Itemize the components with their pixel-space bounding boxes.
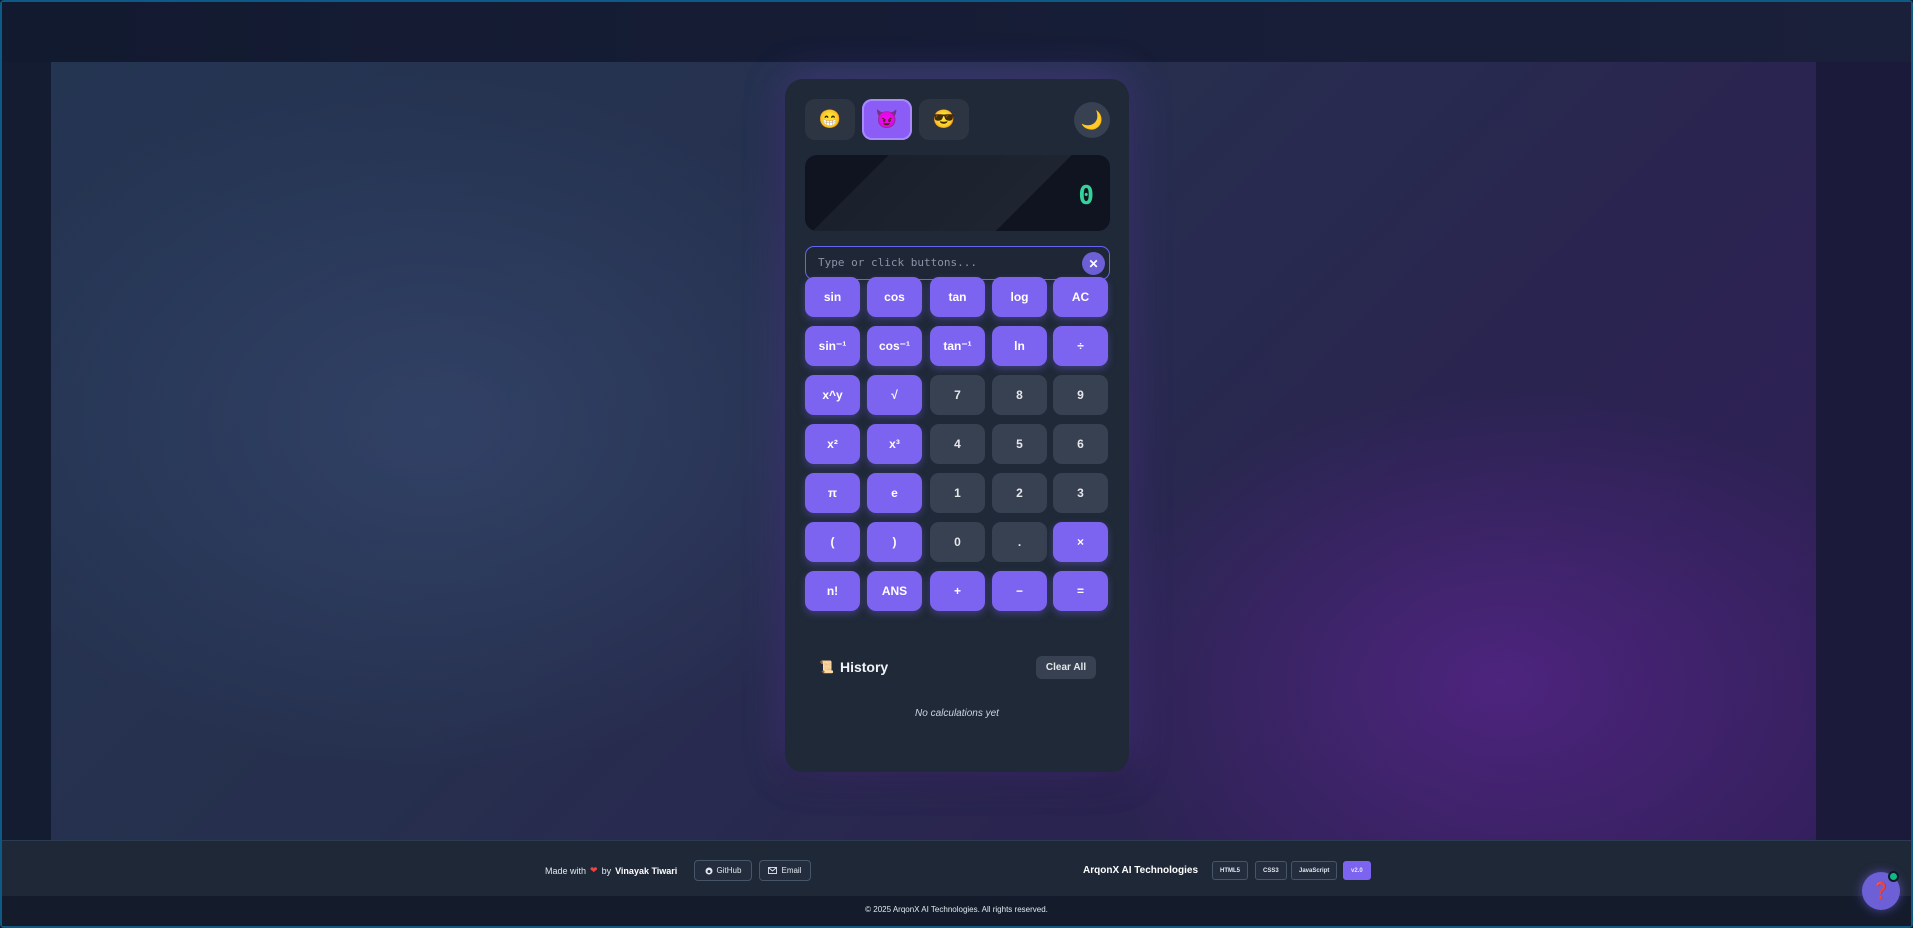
history-title: History	[839, 659, 889, 675]
tech-badge-css: CSS3	[1255, 861, 1287, 880]
key-6[interactable]: 6	[1053, 424, 1108, 464]
right-margin	[1816, 62, 1911, 840]
history-heading: 📜 History	[819, 659, 888, 675]
close-icon: ✕	[1088, 256, 1099, 271]
left-margin	[2, 62, 51, 840]
github-link[interactable]: GitHub	[694, 860, 752, 881]
by-text: by	[601, 865, 612, 876]
history-empty-message: No calculations yet	[915, 708, 999, 719]
github-icon	[705, 867, 713, 874]
heart-icon: ❤	[590, 865, 598, 875]
key-cos-inv[interactable]: cos⁻¹	[867, 326, 922, 366]
key-plus[interactable]: +	[930, 571, 985, 611]
key-8[interactable]: 8	[992, 375, 1047, 415]
key-9[interactable]: 9	[1053, 375, 1108, 415]
key-ln[interactable]: ln	[992, 326, 1047, 366]
key-4[interactable]: 4	[930, 424, 985, 464]
scroll-icon: 📜	[819, 660, 834, 674]
key-multiply[interactable]: ×	[1053, 522, 1108, 562]
brand-name: ArqonX AI Technologies	[1083, 865, 1199, 876]
key-sin[interactable]: sin	[805, 277, 860, 317]
email-label: Email	[781, 866, 802, 875]
footer: Made with ❤ by Vinayak Tiwari GitHub Ema…	[2, 840, 1911, 896]
key-n-factorial[interactable]: n!	[805, 571, 860, 611]
result-display: 0	[805, 155, 1110, 231]
moon-icon: 🌙	[1080, 109, 1104, 130]
mail-icon	[768, 867, 778, 874]
key-0[interactable]: 0	[930, 522, 985, 562]
email-link[interactable]: Email	[759, 860, 811, 881]
key-minus[interactable]: −	[992, 571, 1047, 611]
key-x-cube[interactable]: x³	[867, 424, 922, 464]
expression-input-wrapper: ✕	[805, 246, 1110, 280]
grinning-face-icon: 😁	[818, 109, 842, 129]
tech-badge-html: HTML5	[1212, 861, 1248, 880]
question-icon: ❓	[1871, 883, 1891, 900]
key-tan[interactable]: tan	[930, 277, 985, 317]
key-divide[interactable]: ÷	[1053, 326, 1108, 366]
author-name: Vinayak Tiwari	[615, 865, 678, 876]
top-band	[2, 2, 1911, 62]
copyright-text: © 2025 ArqonX AI Technologies. All right…	[865, 905, 1048, 914]
key-equals[interactable]: =	[1053, 571, 1108, 611]
made-with-text: Made with	[545, 865, 587, 876]
key-dot[interactable]: .	[992, 522, 1047, 562]
key-cos[interactable]: cos	[867, 277, 922, 317]
key-2[interactable]: 2	[992, 473, 1047, 513]
key-5[interactable]: 5	[992, 424, 1047, 464]
key-x-powy[interactable]: x^y	[805, 375, 860, 415]
key-7[interactable]: 7	[930, 375, 985, 415]
key-open-paren[interactable]: (	[805, 522, 860, 562]
key-1[interactable]: 1	[930, 473, 985, 513]
key-log[interactable]: log	[992, 277, 1047, 317]
key-close-paren[interactable]: )	[867, 522, 922, 562]
key-pi[interactable]: π	[805, 473, 860, 513]
tech-badge-js: JavaScript	[1291, 861, 1338, 880]
online-status-dot	[1888, 871, 1899, 882]
display-value: 0	[1078, 181, 1094, 211]
dark-mode-toggle[interactable]: 🌙	[1074, 102, 1110, 138]
key-sin-inv[interactable]: sin⁻¹	[805, 326, 860, 366]
key-sqrt[interactable]: √	[867, 375, 922, 415]
made-with-credit: Made with ❤ by Vinayak Tiwari	[545, 865, 677, 876]
clear-history-button[interactable]: Clear All	[1036, 656, 1096, 679]
calculator-card: 😁 😈 😎 🌙 0 ✕ sincostanlogAC sin⁻¹cos⁻¹tan⁻…	[785, 79, 1129, 772]
cool-face-icon: 😎	[932, 109, 956, 129]
theme-button-grinning[interactable]: 😁	[805, 99, 855, 140]
key-3[interactable]: 3	[1053, 473, 1108, 513]
key-e[interactable]: e	[867, 473, 922, 513]
smiling-devil-icon: 😈	[875, 109, 899, 129]
key-ans[interactable]: ANS	[867, 571, 922, 611]
version-badge: v2.0	[1343, 861, 1371, 880]
copyright-bar: © 2025 ArqonX AI Technologies. All right…	[2, 896, 1911, 926]
theme-button-cool[interactable]: 😎	[919, 99, 969, 140]
key-x-sq[interactable]: x²	[805, 424, 860, 464]
key-ac[interactable]: AC	[1053, 277, 1108, 317]
expression-input[interactable]	[806, 247, 1066, 277]
key-tan-inv[interactable]: tan⁻¹	[930, 326, 985, 366]
clear-input-button[interactable]: ✕	[1082, 252, 1105, 275]
github-label: GitHub	[716, 866, 742, 875]
theme-button-devil[interactable]: 😈	[862, 99, 912, 140]
